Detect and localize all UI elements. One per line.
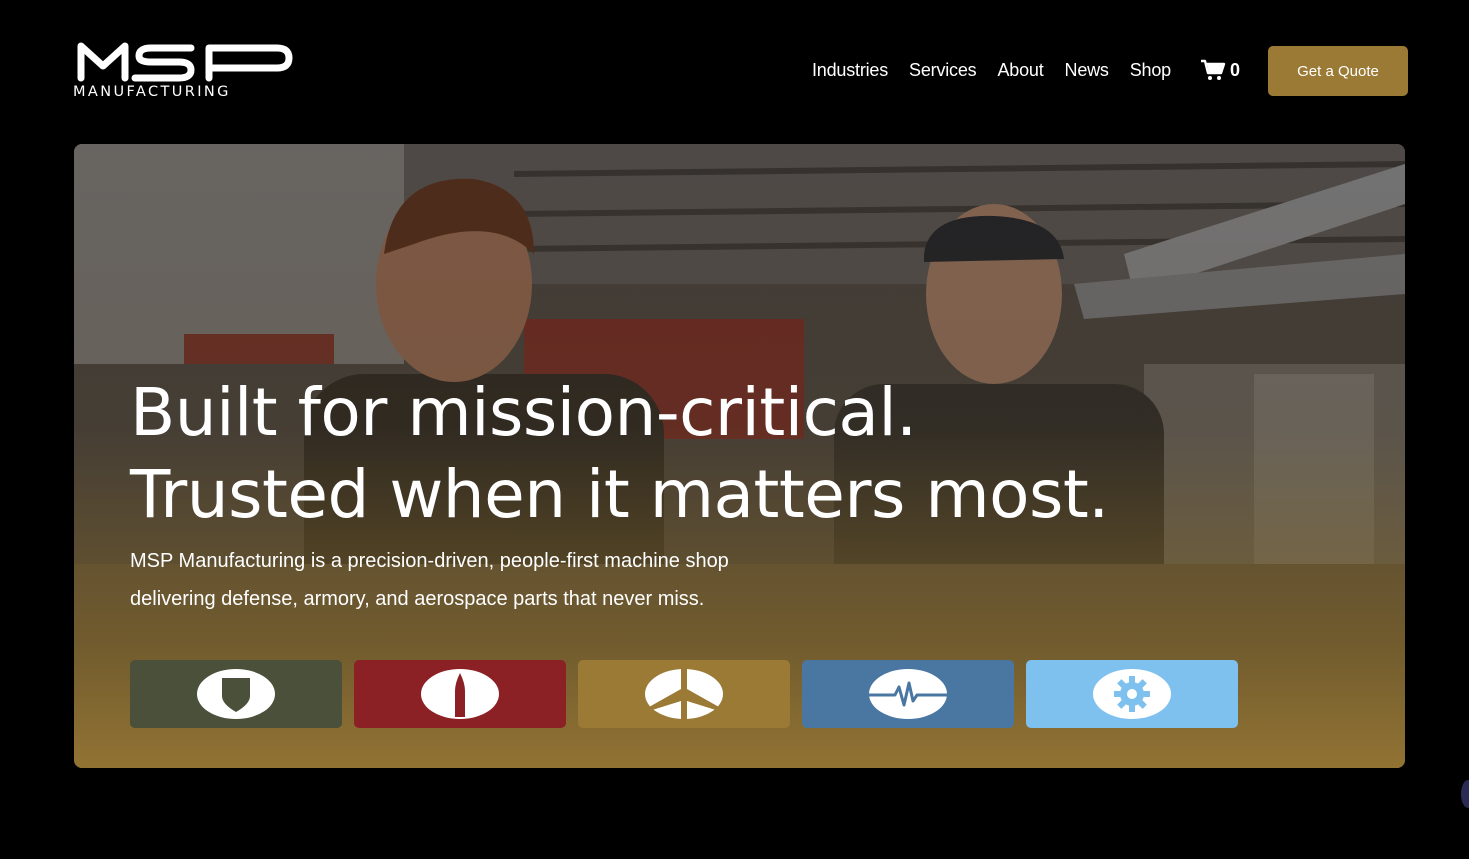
industry-tile-defense[interactable] (130, 660, 342, 728)
nav-shop[interactable]: Shop (1130, 60, 1171, 81)
cart-button[interactable]: 0 (1200, 59, 1240, 81)
logo-wordmark (77, 42, 293, 82)
industry-tile-armory[interactable] (354, 660, 566, 728)
bullet-icon (455, 673, 465, 717)
heartbeat-icon (869, 681, 947, 707)
hero-headline-line-1: Built for mission-critical. (130, 374, 917, 451)
logo-subtext: MANUFACTURING (73, 84, 231, 100)
main-nav: Industries Services About News Shop 0 (812, 58, 1240, 82)
nav-industries[interactable]: Industries (812, 60, 888, 81)
hero-headline-line-2: Trusted when it matters most. (130, 456, 1109, 533)
cart-count: 0 (1229, 59, 1240, 80)
nav-about[interactable]: About (997, 60, 1043, 81)
airplane-icon (649, 669, 719, 719)
hero-description-line-2: delivering defense, armory, and aerospac… (130, 588, 705, 610)
hero-section: Built for mission-critical. Trusted when… (74, 144, 1405, 768)
get-a-quote-button[interactable]: Get a Quote (1268, 46, 1408, 96)
gear-icon (1114, 676, 1150, 712)
hero-headline: Built for mission-critical. Trusted when… (130, 372, 1109, 536)
industry-tiles (130, 660, 1238, 728)
nav-services[interactable]: Services (909, 60, 977, 81)
hero-description: MSP Manufacturing is a precision-driven,… (130, 542, 830, 618)
shield-icon (222, 678, 250, 712)
chat-widget-edge[interactable] (1461, 780, 1469, 808)
nav-news[interactable]: News (1065, 60, 1109, 81)
site-logo[interactable]: MANUFACTURING (73, 40, 305, 102)
cart-icon (1200, 59, 1226, 80)
industry-tile-aerospace[interactable] (578, 660, 790, 728)
hero-description-line-1: MSP Manufacturing is a precision-driven,… (130, 550, 729, 572)
industry-tile-medical[interactable] (802, 660, 1014, 728)
industry-tile-industrial[interactable] (1026, 660, 1238, 728)
